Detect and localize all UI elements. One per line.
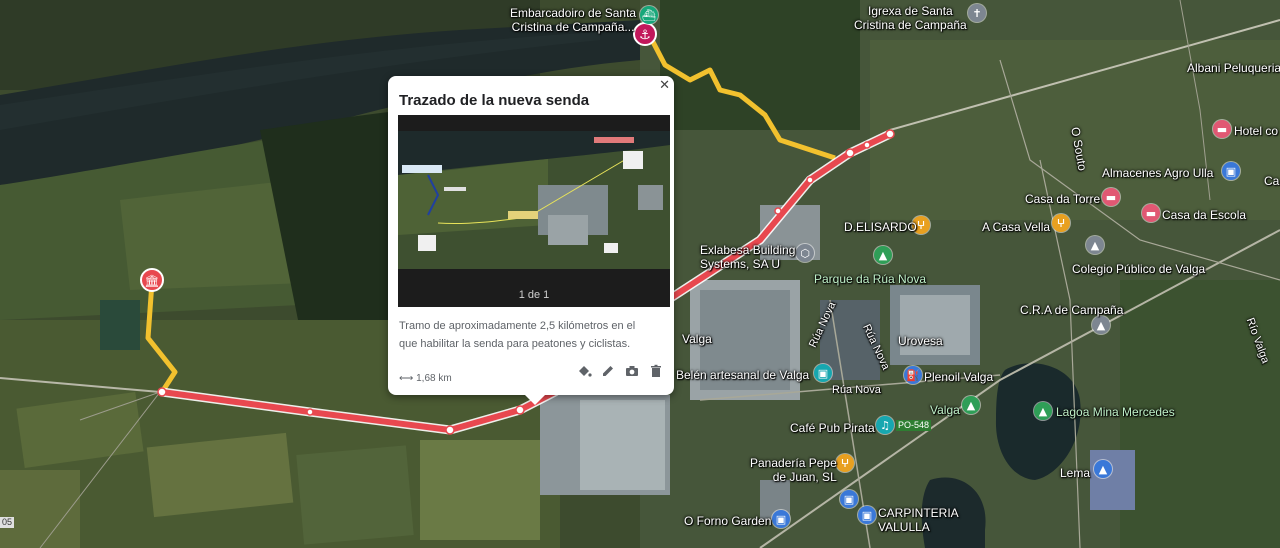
- restaurant-casa-vella-icon[interactable]: ⵖ: [1052, 214, 1070, 232]
- label-valga-left[interactable]: Valga: [682, 332, 712, 346]
- anchor-pin-icon: ⚓: [633, 22, 657, 46]
- photo-counter: 1 de 1: [518, 289, 550, 301]
- park-valga-icon[interactable]: ▲: [962, 396, 980, 414]
- school-cra-icon[interactable]: ▲: [1092, 316, 1110, 334]
- label-embarcadoiro[interactable]: Embarcadoiro de Santa Cristina de Campaña…: [510, 6, 636, 34]
- hotel-icon[interactable]: ▬: [1213, 120, 1231, 138]
- label-rua-nova-3: Rúa Nova: [832, 384, 881, 396]
- popup-title: Trazado de la nueva senda: [399, 92, 590, 109]
- hotel-casa-torre-icon[interactable]: ▬: [1102, 188, 1120, 206]
- shopping-forno-icon[interactable]: ▣: [840, 490, 858, 508]
- school-icon[interactable]: ▲: [1086, 236, 1104, 254]
- svg-text:⚓: ⚓: [639, 28, 651, 43]
- close-icon[interactable]: ✕: [659, 78, 670, 93]
- label-valga[interactable]: Valga: [930, 403, 960, 417]
- shopping-icon[interactable]: ▣: [1222, 162, 1240, 180]
- museum-pin-icon: 🏛: [140, 268, 164, 292]
- label-almacenes[interactable]: Almacenes Agro Ulla: [1102, 166, 1213, 180]
- label-albani[interactable]: Albani Peluqueria: [1187, 61, 1280, 75]
- popup-photo[interactable]: 1 de 1: [398, 115, 670, 307]
- park-lagoa-icon[interactable]: ▲: [1034, 402, 1052, 420]
- trash-icon[interactable]: [648, 363, 664, 379]
- school-lema-icon[interactable]: ▲: [1094, 460, 1112, 478]
- label-parque[interactable]: Parque da Rúa Nova: [814, 272, 926, 286]
- label-road-05: 05: [0, 517, 15, 528]
- shopping-carpinteria-icon[interactable]: ▣: [858, 506, 876, 524]
- label-belen[interactable]: Belén artesanal de Valga: [676, 368, 809, 382]
- label-casa-torre[interactable]: Casa da Torre: [1025, 192, 1100, 206]
- label-hotel[interactable]: Hotel co: [1234, 124, 1278, 138]
- label-casa-escola[interactable]: Casa da Escola: [1162, 208, 1246, 222]
- bar-icon[interactable]: ♫: [876, 416, 894, 434]
- svg-text:🏛: 🏛: [144, 274, 159, 288]
- label-carpinteria[interactable]: CARPINTERIA VALULLA: [878, 506, 959, 534]
- popup-tools: [576, 363, 664, 379]
- ferry-icon[interactable]: ⛴: [640, 6, 658, 24]
- bakery-icon[interactable]: ⵖ: [836, 454, 854, 472]
- label-plenoil[interactable]: Plenoil Valga: [924, 370, 993, 384]
- ruler-icon: ⟷: [399, 373, 414, 384]
- camera-icon[interactable]: [624, 363, 640, 379]
- label-panaderia[interactable]: Panadería Pepe de Juan, SL: [750, 456, 837, 484]
- label-casa-vella[interactable]: A Casa Vella: [982, 220, 1050, 234]
- label-delisardo[interactable]: D.ELISARDO: [844, 220, 917, 234]
- info-popup: Trazado de la nueva senda ✕ 1 de 1 Tramo…: [388, 76, 674, 405]
- pencil-icon[interactable]: [600, 363, 616, 379]
- label-lagoa[interactable]: Lagoa Mina Mercedes: [1056, 405, 1175, 419]
- label-po548: PO-548: [896, 420, 932, 431]
- paint-bucket-icon[interactable]: [576, 363, 592, 379]
- label-ca[interactable]: Ca: [1264, 174, 1279, 188]
- hotel-casa-escola-icon[interactable]: ▬: [1142, 204, 1160, 222]
- shopping-garden-icon[interactable]: ▣: [772, 510, 790, 528]
- label-colegio[interactable]: Colegio Público de Valga: [1072, 262, 1205, 276]
- label-cra[interactable]: C.R.A de Campaña: [1020, 303, 1123, 317]
- popup-distance: ⟷ 1,68 km: [399, 373, 452, 384]
- popup-description: Tramo de aproximadamente 2,5 kilómetros …: [399, 320, 636, 350]
- label-lema[interactable]: Lema: [1060, 466, 1090, 480]
- gas-station-icon[interactable]: ⛽: [904, 366, 922, 384]
- photo-image: [398, 115, 670, 307]
- label-exlabesa[interactable]: Exlabesa Building Systems, SA U: [700, 243, 795, 271]
- museum-belen-icon[interactable]: ▣: [814, 364, 832, 382]
- church-icon[interactable]: ✝: [968, 4, 986, 22]
- label-cafe[interactable]: Café Pub Pirata: [790, 421, 875, 435]
- company-icon[interactable]: ⬡: [796, 244, 814, 262]
- label-forno[interactable]: O Forno Garden: [684, 514, 771, 528]
- label-urovesa[interactable]: Urovesa: [898, 334, 943, 348]
- park-icon[interactable]: ▲: [874, 246, 892, 264]
- label-igrexa[interactable]: Igrexa de Santa Cristina de Campaña: [854, 4, 967, 32]
